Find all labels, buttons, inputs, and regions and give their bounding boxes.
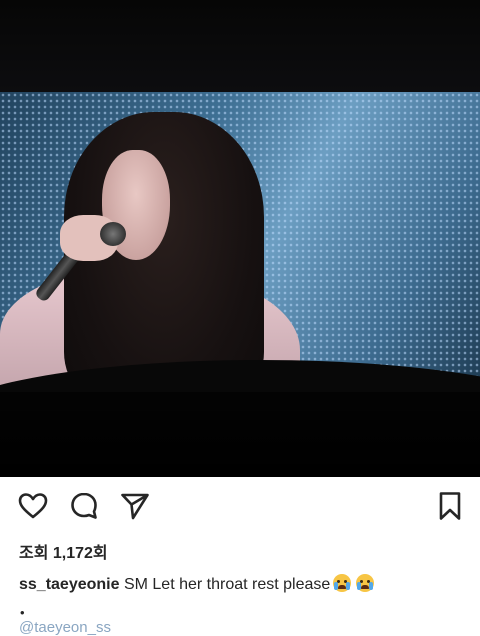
share-button[interactable]: [118, 489, 152, 523]
like-button[interactable]: [16, 489, 50, 523]
video-player[interactable]: [0, 0, 480, 477]
video-bottom-shade: [0, 392, 480, 477]
heart-icon: [18, 493, 48, 519]
view-count: 조회 1,172회: [19, 545, 108, 562]
paper-plane-icon: [121, 493, 149, 520]
loudly-crying-face-emoji: [356, 574, 375, 592]
next-comment-username[interactable]: @taeyeon_ss: [19, 619, 111, 636]
post-action-bar: [0, 489, 480, 529]
comment-bubble-icon: [71, 492, 97, 519]
video-top-band: [0, 0, 480, 92]
comment-button[interactable]: [67, 489, 101, 523]
microphone-head: [100, 222, 126, 246]
post-caption: ss_taeyeonie SM Let her throat rest plea…: [19, 574, 375, 594]
save-button[interactable]: [433, 489, 467, 523]
caption-bullet: •: [20, 605, 25, 620]
caption-username[interactable]: ss_taeyeonie: [19, 576, 120, 593]
loudly-crying-face-emoji: [333, 574, 352, 592]
caption-text: SM Let her throat rest please: [119, 576, 331, 593]
bookmark-icon: [439, 492, 461, 520]
